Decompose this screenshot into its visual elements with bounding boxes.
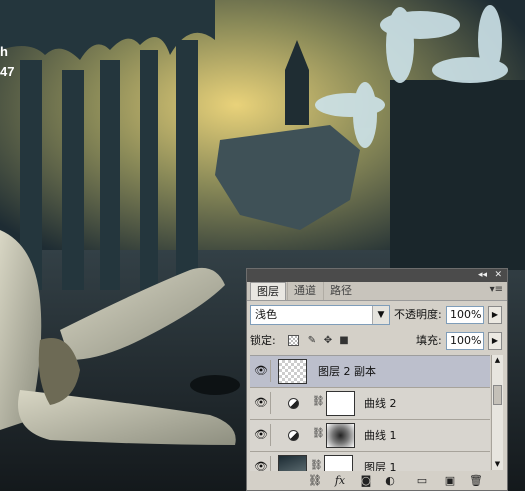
- layer-list-scrollbar[interactable]: ▲ ▼: [491, 355, 503, 470]
- layer-name[interactable]: 曲线 2: [364, 388, 397, 419]
- mask-icon[interactable]: ◙: [359, 474, 373, 487]
- layer-row[interactable]: 👁 ⛓ 曲线 2: [250, 388, 490, 420]
- chain-link-icon[interactable]: ⛓: [312, 396, 325, 407]
- layer-mask-thumbnail[interactable]: [326, 423, 355, 448]
- opacity-label: 不透明度:: [394, 308, 442, 321]
- layer-row[interactable]: 👁 ⛓ 图层 1: [250, 452, 490, 471]
- close-icon[interactable]: ✕: [494, 269, 502, 282]
- opacity-input[interactable]: 100%: [446, 306, 484, 324]
- new-layer-icon[interactable]: ▣: [443, 474, 457, 487]
- layer-mask-thumbnail[interactable]: [326, 391, 355, 416]
- panel-tabs: 图层 通道 路径 ▾≡: [247, 282, 507, 301]
- scrollbar-thumb[interactable]: [493, 385, 502, 405]
- blend-mode-select[interactable]: 浅色 ▼: [250, 305, 390, 325]
- fill-label: 填充:: [416, 334, 442, 347]
- eye-icon[interactable]: 👁: [252, 360, 271, 382]
- blend-opacity-row: 浅色 ▼ 不透明度: 100% ▶: [250, 305, 504, 325]
- curves-adjustment-icon[interactable]: [288, 398, 299, 409]
- collapse-icon[interactable]: ◂◂: [478, 269, 487, 282]
- fill-stepper[interactable]: ▶: [488, 332, 502, 350]
- watermark-line-1: h: [0, 44, 8, 59]
- panel-menu-icon[interactable]: ▾≡: [490, 284, 503, 295]
- layer-name[interactable]: 图层 1: [364, 452, 397, 471]
- opacity-stepper[interactable]: ▶: [488, 306, 502, 324]
- tab-channels[interactable]: 通道: [287, 282, 322, 300]
- layer-name[interactable]: 曲线 1: [364, 420, 397, 451]
- panel-titlebar[interactable]: ◂◂ ✕: [247, 269, 507, 282]
- lock-transparency-icon[interactable]: [288, 335, 299, 346]
- eye-icon[interactable]: 👁: [252, 392, 271, 414]
- lock-move-icon[interactable]: ✥: [322, 335, 334, 347]
- lock-brush-icon[interactable]: ✎: [306, 335, 318, 347]
- adjustment-icon[interactable]: ◐: [383, 474, 397, 487]
- layer-list: 👁 图层 2 副本 👁 ⛓ 曲线 2 👁 ⛓ 曲线 1 👁 ⛓ 图层 1: [250, 355, 490, 471]
- chain-link-icon[interactable]: ⛓: [312, 428, 325, 439]
- layer-row[interactable]: 👁 图层 2 副本: [250, 356, 490, 388]
- layers-panel: ◂◂ ✕ 图层 通道 路径 ▾≡ 浅色 ▼ 不透明度: 100% ▶ 锁定: ✎…: [246, 268, 508, 491]
- scroll-up-icon[interactable]: ▲: [492, 355, 503, 366]
- curves-adjustment-icon[interactable]: [288, 430, 299, 441]
- eye-icon[interactable]: 👁: [252, 456, 271, 471]
- fx-icon[interactable]: fx: [331, 474, 349, 487]
- tab-layers[interactable]: 图层: [250, 282, 286, 300]
- lock-all-icon[interactable]: ■: [338, 335, 350, 347]
- layer-row[interactable]: 👁 ⛓ 曲线 1: [250, 420, 490, 452]
- lock-label: 锁定:: [250, 334, 276, 347]
- trash-icon[interactable]: 🗑: [469, 474, 483, 487]
- fill-input[interactable]: 100%: [446, 332, 484, 350]
- eye-icon[interactable]: 👁: [252, 424, 271, 446]
- chain-link-icon[interactable]: ⛓: [310, 460, 323, 471]
- scroll-down-icon[interactable]: ▼: [492, 459, 503, 470]
- watermark-line-2: 47: [0, 64, 15, 79]
- layer-thumbnail[interactable]: [278, 455, 307, 471]
- lock-fill-row: 锁定: ✎ ✥ ■ 填充: 100% ▶: [250, 331, 504, 351]
- layer-mask-thumbnail[interactable]: [324, 455, 353, 471]
- panel-bottom-toolbar: ⛓ fx ◙ ◐ ▭ ▣ 🗑: [247, 472, 507, 490]
- folder-icon[interactable]: ▭: [415, 474, 429, 487]
- layer-name[interactable]: 图层 2 副本: [318, 356, 376, 387]
- tab-paths[interactable]: 路径: [323, 282, 358, 300]
- chevron-down-icon[interactable]: ▼: [372, 306, 389, 324]
- link-icon[interactable]: ⛓: [307, 474, 323, 487]
- blend-mode-value: 浅色: [255, 308, 277, 321]
- layer-thumbnail[interactable]: [278, 359, 307, 384]
